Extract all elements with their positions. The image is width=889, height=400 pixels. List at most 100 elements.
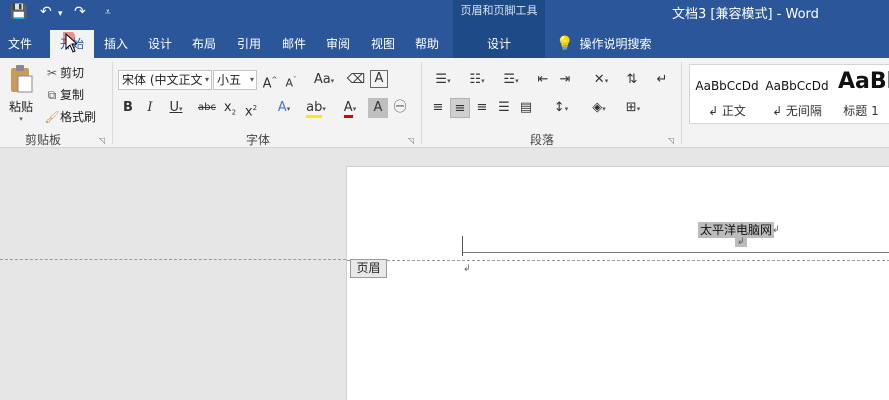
scissors-icon: ✂ bbox=[46, 66, 58, 80]
strikethrough-icon[interactable]: abc bbox=[195, 98, 219, 118]
show-hide-marks-icon[interactable]: ↵ bbox=[652, 70, 672, 90]
font-size-dropdown-icon[interactable]: ▾ bbox=[250, 71, 254, 89]
tab-help[interactable]: 帮助 bbox=[407, 30, 447, 58]
cut-button[interactable]: ✂ 剪切 bbox=[44, 64, 84, 81]
tab-references[interactable]: 引用 bbox=[229, 30, 269, 58]
line-spacing-icon[interactable]: ↕▾ bbox=[546, 98, 576, 118]
style-sample: AaBbCcDd bbox=[695, 79, 759, 93]
format-painter-label: 格式刷 bbox=[60, 110, 97, 124]
style-no-spacing[interactable]: AaBbCcDd ↲ 无间隔 bbox=[762, 65, 832, 125]
format-painter-button[interactable]: 🖌格式刷 bbox=[44, 108, 96, 125]
grow-font-icon[interactable]: A^ bbox=[260, 70, 280, 91]
ribbon: 粘贴 ▾ ✂ 剪切 ⧉ 复制 🖌格式刷 剪贴板 ◹ 宋体 (中文正文 ▾ 小五 ▾ A^… bbox=[0, 58, 889, 148]
style-sample: AaBl bbox=[838, 69, 889, 94]
style-normal[interactable]: AaBbCcDd ↲ 正文 bbox=[692, 65, 762, 125]
style-name: ↲ 正文 bbox=[708, 104, 746, 118]
tab-view[interactable]: 视图 bbox=[363, 30, 403, 58]
bold-icon[interactable]: B bbox=[118, 98, 138, 118]
borders-icon[interactable]: ⊞▾ bbox=[618, 98, 648, 118]
chinese-layout-icon[interactable]: ✕▾ bbox=[586, 70, 616, 90]
font-name-dropdown-icon[interactable]: ▾ bbox=[205, 71, 209, 89]
group-divider bbox=[421, 62, 422, 144]
copy-button[interactable]: ⧉ 复制 bbox=[44, 86, 84, 103]
enclose-characters-icon[interactable]: ㊀ bbox=[390, 98, 410, 118]
header-underline bbox=[463, 252, 889, 253]
change-case-icon[interactable]: Aa▾ bbox=[310, 70, 338, 90]
align-center-icon[interactable]: ≡ bbox=[450, 98, 470, 118]
group-divider bbox=[112, 62, 113, 144]
tell-me-label: 操作说明搜索 bbox=[579, 37, 652, 51]
paragraph-mark-icon: ↲ bbox=[772, 225, 780, 235]
italic-icon[interactable]: I bbox=[140, 98, 160, 118]
copy-icon: ⧉ bbox=[47, 88, 57, 102]
ribbon-tabs: 文件 开始 插入 设计 布局 引用 邮件 审阅 视图 帮助 设计 💡操作说明搜索 bbox=[0, 30, 889, 58]
paste-dropdown-icon[interactable]: ▾ bbox=[6, 115, 36, 123]
paste-icon bbox=[11, 65, 33, 93]
style-name: ↲ 无间隔 bbox=[772, 104, 822, 118]
align-right-icon[interactable]: ≡ bbox=[472, 98, 492, 118]
tab-mailings[interactable]: 邮件 bbox=[274, 30, 314, 58]
text-effects-icon[interactable]: A▾ bbox=[270, 98, 298, 118]
tab-header-footer-design[interactable]: 设计 bbox=[453, 30, 545, 58]
tab-design[interactable]: 设计 bbox=[140, 30, 180, 58]
paragraph-mark-icon: ↲ bbox=[735, 237, 747, 247]
font-name-value: 宋体 (中文正文 bbox=[122, 73, 203, 87]
tab-file[interactable]: 文件 bbox=[0, 30, 40, 58]
sort-icon[interactable]: ⇅ bbox=[622, 70, 642, 90]
superscript-icon[interactable]: x2 bbox=[241, 98, 261, 119]
shrink-font-icon[interactable]: Aˇ bbox=[281, 70, 301, 90]
tab-review[interactable]: 审阅 bbox=[318, 30, 358, 58]
header-boundary bbox=[347, 260, 889, 261]
underline-icon[interactable]: U▾ bbox=[162, 98, 190, 118]
distributed-icon[interactable]: ▤ bbox=[516, 98, 536, 118]
subscript-icon[interactable]: x2 bbox=[220, 98, 240, 118]
context-tools-title: 页眉和页脚工具 bbox=[453, 0, 545, 30]
mouse-pointer-icon bbox=[63, 32, 77, 53]
font-size-combo[interactable]: 小五 ▾ bbox=[213, 70, 257, 90]
document-page[interactable]: 太平洋电脑网 ↲ ↲ ↲ bbox=[346, 166, 889, 400]
header-text[interactable]: 太平洋电脑网 ↲ bbox=[698, 222, 780, 238]
group-divider bbox=[681, 62, 682, 144]
font-name-combo[interactable]: 宋体 (中文正文 ▾ bbox=[118, 70, 212, 90]
paintbrush-icon: 🖌 bbox=[44, 110, 60, 124]
paste-label: 粘贴 bbox=[8, 100, 33, 114]
bullets-icon[interactable]: ☰▾ bbox=[428, 70, 458, 90]
paragraph-mark-icon: ↲ bbox=[463, 264, 471, 274]
align-left-icon[interactable]: ≡ bbox=[428, 98, 448, 118]
header-text-value: 太平洋电脑网 bbox=[700, 223, 773, 237]
clear-formatting-icon[interactable]: ⌫ bbox=[346, 70, 366, 90]
cut-label: 剪切 bbox=[60, 66, 85, 80]
style-heading-1[interactable]: AaBl 标题 1 bbox=[832, 65, 889, 125]
character-shading-icon[interactable]: A bbox=[368, 98, 388, 118]
numbering-icon[interactable]: ☷▾ bbox=[462, 70, 492, 90]
paste-button[interactable]: 粘贴 ▾ bbox=[6, 64, 36, 126]
decrease-indent-icon[interactable]: ⇤ bbox=[533, 70, 553, 90]
tell-me-search[interactable]: 💡 操作说明搜索 bbox=[556, 30, 651, 58]
multilevel-list-icon[interactable]: ☲▾ bbox=[496, 70, 526, 90]
shading-icon[interactable]: ◈▾ bbox=[584, 98, 614, 118]
save-icon[interactable]: 💾 bbox=[10, 4, 27, 20]
font-launcher-icon[interactable]: ◹ bbox=[408, 136, 414, 145]
redo-icon[interactable]: ↷ bbox=[74, 4, 86, 20]
header-boundary-left bbox=[0, 259, 346, 260]
character-border-icon[interactable]: A bbox=[370, 70, 388, 88]
justify-icon[interactable]: ☰ bbox=[494, 98, 514, 118]
lightbulb-icon: 💡 bbox=[556, 36, 574, 52]
undo-icon[interactable]: ↶ bbox=[40, 4, 52, 20]
font-size-value: 小五 bbox=[217, 73, 242, 87]
customize-quick-access-icon[interactable]: ⩡ bbox=[105, 7, 111, 18]
highlight-color-icon[interactable]: ab▾ bbox=[302, 98, 330, 118]
document-area: 太平洋电脑网 ↲ ↲ ↲ bbox=[0, 149, 889, 400]
text-cursor bbox=[462, 236, 463, 256]
copy-label: 复制 bbox=[60, 88, 85, 102]
header-tag: 页眉 bbox=[350, 259, 387, 278]
font-color-icon[interactable]: A▾ bbox=[336, 98, 364, 118]
undo-dropdown-icon[interactable]: ▾ bbox=[58, 9, 63, 19]
title-bar: 💾 ↶ ▾ ↷ ⩡ 页眉和页脚工具 文档3 [兼容模式] - Word bbox=[0, 0, 889, 30]
font-group-label: 字体 bbox=[246, 133, 271, 147]
increase-indent-icon[interactable]: ⇥ bbox=[555, 70, 575, 90]
clipboard-launcher-icon[interactable]: ◹ bbox=[99, 136, 105, 145]
paragraph-launcher-icon[interactable]: ◹ bbox=[668, 136, 674, 145]
tab-insert[interactable]: 插入 bbox=[96, 30, 136, 58]
tab-layout[interactable]: 布局 bbox=[184, 30, 224, 58]
